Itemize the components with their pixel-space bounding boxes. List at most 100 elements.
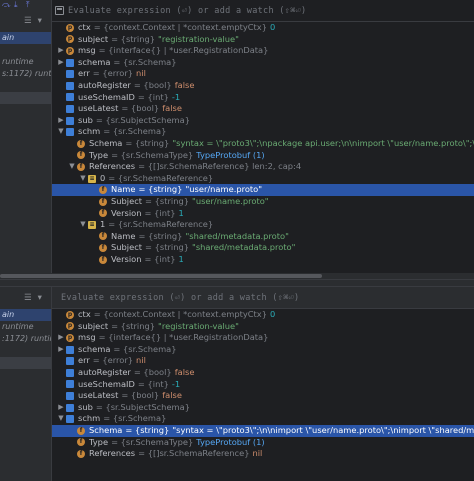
variable-row[interactable]: useLatest = {bool} false — [52, 390, 474, 402]
filter-icon[interactable]: ☰ — [24, 293, 32, 303]
array-element-icon: ≡ — [88, 220, 96, 229]
variable-name: Version — [111, 253, 142, 264]
variable-name: autoRegister — [78, 79, 131, 90]
variable-row[interactable]: ▼ ≡ 0 = {sr.SchemaReference} — [52, 173, 474, 185]
evaluate-bar[interactable]: Evaluate expression (⏎) or add a watch (… — [52, 287, 474, 309]
variable-row[interactable]: f Version = {int} 1 — [52, 254, 474, 266]
variable-name: Subject — [111, 195, 143, 206]
expand-arrow-icon[interactable]: ▶ — [56, 344, 66, 356]
chevron-down-icon[interactable]: ▾ — [38, 293, 42, 303]
variable-type: = {int} — [144, 207, 176, 218]
variable-row[interactable]: useLatest = {bool} false — [52, 103, 474, 115]
variable-type: = {bool} — [121, 103, 160, 114]
variable-type: = {int} — [144, 253, 176, 264]
expand-arrow-icon[interactable]: ▶ — [56, 115, 66, 127]
split-divider[interactable] — [0, 279, 474, 287]
step-over-icon[interactable]: ⤼ — [2, 1, 11, 9]
variable-row[interactable]: f Subject = {string} "shared/metadata.proto… — [52, 242, 474, 254]
variable-type: = {sr.Schema} — [113, 343, 177, 354]
variable-type: = {context.Context | *context.emptyCtx} — [93, 309, 267, 319]
variable-row[interactable]: f Type = {sr.SchemaType} TypeProtobuf (1) — [52, 437, 474, 449]
stack-frame[interactable]: runtime — [0, 56, 52, 68]
scrollbar-thumb[interactable] — [0, 274, 322, 278]
variable-name: schema — [78, 343, 111, 354]
variable-type: = {string} — [111, 320, 156, 331]
variable-value: 1 — [178, 207, 184, 218]
variable-row[interactable]: ▶ schema = {sr.Schema} — [52, 344, 474, 356]
variable-row[interactable]: p subject = {string} "registration-value" — [52, 321, 474, 333]
collapse-arrow-icon[interactable]: ▼ — [67, 161, 77, 173]
variable-row[interactable]: f Type = {sr.SchemaType} TypeProtobuf (1) — [52, 150, 474, 162]
variable-icon — [66, 70, 74, 79]
variable-row[interactable]: f References = {[]sr.SchemaReference} nil — [52, 448, 474, 460]
field-icon: f — [99, 232, 107, 241]
expand-arrow-icon[interactable]: ▶ — [56, 45, 66, 57]
expand-arrow-icon[interactable]: ▶ — [56, 402, 66, 414]
variable-row[interactable]: useSchemaID = {int} -1 — [52, 379, 474, 391]
stack-frame[interactable]: ain — [0, 309, 52, 321]
step-into-icon[interactable]: ⤓ — [14, 1, 22, 9]
variable-row[interactable]: err = {error} nil — [52, 355, 474, 367]
stack-frame[interactable]: runtime — [0, 321, 52, 333]
variable-row[interactable]: f Version = {int} 1 — [52, 208, 474, 220]
variable-value: false — [174, 79, 195, 90]
variable-row[interactable]: f Name = {string} "shared/metadata.proto" — [52, 231, 474, 243]
stack-frame[interactable] — [0, 80, 52, 92]
variable-row[interactable]: f Subject = {string} "user/name.proto" — [52, 196, 474, 208]
evaluate-input[interactable]: Evaluate expression (⏎) or add a watch (… — [61, 293, 299, 303]
variable-row[interactable]: err = {error} nil — [52, 68, 474, 80]
evaluate-icon[interactable] — [55, 6, 64, 15]
variable-row[interactable]: ▶ sub = {sr.SubjectSchema} — [52, 402, 474, 414]
variable-name: ctx — [78, 309, 91, 319]
evaluate-bar[interactable]: Evaluate expression (⏎) or add a watch (… — [52, 0, 474, 22]
variable-row[interactable]: useSchemaID = {int} -1 — [52, 92, 474, 104]
stack-frame[interactable] — [0, 92, 52, 104]
step-out-icon[interactable]: ⤒ — [26, 1, 34, 9]
variable-row[interactable]: ▼ schm = {sr.Schema} — [52, 413, 474, 425]
variable-icon — [66, 403, 74, 412]
expand-arrow-icon[interactable]: ▶ — [56, 57, 66, 69]
stack-frame[interactable] — [0, 345, 52, 357]
collapse-arrow-icon[interactable]: ▼ — [56, 126, 66, 138]
variable-row[interactable]: f Schema = {string} "syntax = \"proto3\";\n… — [52, 424, 474, 437]
filter-icon[interactable]: ☰ — [24, 16, 32, 26]
collapse-arrow-icon[interactable]: ▼ — [78, 219, 88, 231]
stack-frame[interactable]: s:1172) runtim — [0, 68, 52, 80]
chevron-down-icon[interactable]: ▾ — [38, 16, 42, 26]
variable-type: = {string} — [111, 33, 156, 44]
variable-row[interactable]: ▼ schm = {sr.Schema} — [52, 126, 474, 138]
stack-frame[interactable]: :1172) runtim — [0, 333, 52, 345]
frames-pane-bottom: ☰ ▾ ain runtime:1172) runtim — [0, 287, 52, 481]
frames-pane-top: ⤼ ⤓ ⤒ ☰ ▾ ain runtimes:1172) runtim — [0, 0, 52, 279]
variable-row[interactable]: p subject = {string} "registration-value" — [52, 34, 474, 46]
variable-row[interactable]: autoRegister = {bool} false — [52, 80, 474, 92]
collapse-arrow-icon[interactable]: ▼ — [56, 413, 66, 425]
variable-value: false — [174, 366, 195, 377]
stack-frame[interactable]: ain — [0, 32, 52, 44]
variable-value: "shared/metadata.proto" — [192, 242, 296, 253]
variable-row[interactable]: autoRegister = {bool} false — [52, 367, 474, 379]
stack-frame[interactable] — [0, 357, 52, 369]
variable-row[interactable]: ▶ sub = {sr.SubjectSchema} — [52, 115, 474, 127]
variable-row[interactable]: ▶ p msg = {interface{} | *user.Registration… — [52, 45, 474, 57]
variable-name: err — [78, 68, 90, 79]
variable-value: TypeProtobuf (1) — [196, 436, 265, 447]
field-icon: f — [99, 255, 107, 264]
variable-type: = {sr.Schema} — [103, 413, 167, 424]
variable-row[interactable]: p ctx = {context.Context | *context.emptyC… — [52, 22, 474, 34]
variable-row[interactable]: ▼ f References = {[]sr.SchemaReference} len… — [52, 161, 474, 173]
variable-type: = {string} — [145, 242, 189, 253]
variable-row[interactable]: f Schema = {string} "syntax = \"proto3\";\n… — [52, 138, 474, 150]
evaluate-input[interactable]: Evaluate expression (⏎) or add a watch (… — [68, 6, 306, 16]
variable-name: useLatest — [78, 103, 119, 114]
variable-value: "registration-value" — [158, 320, 239, 331]
variable-row[interactable]: f Name = {string} "user/name.proto" — [52, 184, 474, 196]
variable-icon — [66, 345, 74, 354]
expand-arrow-icon[interactable]: ▶ — [56, 332, 66, 344]
collapse-arrow-icon[interactable]: ▼ — [78, 173, 88, 185]
stack-frame[interactable] — [0, 44, 52, 56]
variable-row[interactable]: ▼ ≡ 1 = {sr.SchemaReference} — [52, 219, 474, 231]
variable-row[interactable]: ▶ p msg = {interface{} | *user.Registration… — [52, 332, 474, 344]
variable-row[interactable]: p ctx = {context.Context | *context.emptyC… — [52, 309, 474, 321]
variable-row[interactable]: ▶ schema = {sr.Schema} — [52, 57, 474, 69]
